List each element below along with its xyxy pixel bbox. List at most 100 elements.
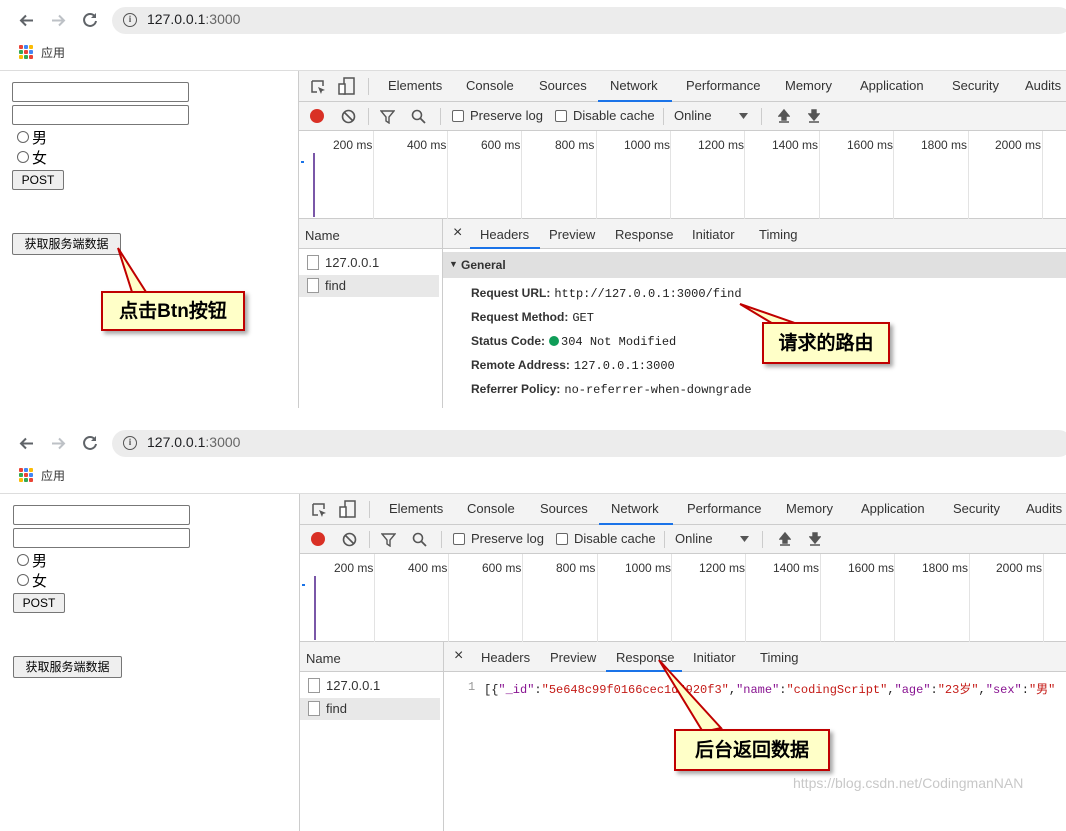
timeline-overview[interactable]: 200 ms 400 ms 600 ms 800 ms 1000 ms 1200…	[299, 131, 1066, 219]
import-har-icon[interactable]	[779, 531, 791, 547]
address-bar[interactable]: i 127.0.0.1:3000	[112, 430, 1066, 457]
text-input-1[interactable]	[12, 82, 189, 102]
chevron-down-icon[interactable]	[739, 113, 748, 119]
response-json: [{"_id":"5e648c99f0166cec1d4920f3","name…	[484, 683, 1056, 697]
tab-sources[interactable]: Sources	[540, 501, 588, 516]
tab-console[interactable]: Console	[467, 501, 515, 516]
radio-female[interactable]	[17, 151, 29, 163]
request-row-find[interactable]: find	[300, 698, 440, 720]
text-input-2[interactable]	[12, 105, 189, 125]
filter-icon[interactable]	[380, 110, 395, 124]
apps-grid-icon[interactable]	[19, 45, 33, 59]
tab-network[interactable]: Network	[610, 78, 658, 93]
radio-male[interactable]	[17, 554, 29, 566]
post-button[interactable]: POST	[13, 593, 65, 613]
grid-line	[1043, 554, 1044, 642]
disable-cache-checkbox[interactable]	[555, 110, 567, 122]
throttle-select[interactable]: Online	[675, 531, 713, 546]
text-input-1[interactable]	[13, 505, 190, 525]
timeline-tick: 1400 ms	[773, 561, 820, 575]
status-ok-icon	[549, 336, 560, 346]
grid-line	[1042, 131, 1043, 219]
general-section-header[interactable]: ▼ General	[443, 252, 1066, 278]
preserve-log-checkbox[interactable]	[453, 533, 465, 545]
filter-icon[interactable]	[381, 533, 396, 547]
callout-request-route: 请求的路由	[762, 322, 890, 364]
info-icon[interactable]: i	[123, 436, 137, 450]
detail-tab-timing[interactable]: Timing	[760, 650, 799, 665]
export-har-icon[interactable]	[808, 108, 820, 124]
tab-audits[interactable]: Audits	[1026, 501, 1062, 516]
tab-elements[interactable]: Elements	[388, 78, 442, 93]
timeline-overview[interactable]: 200 ms 400 ms 600 ms 800 ms 1000 ms 1200…	[300, 554, 1066, 642]
name-column-header[interactable]: Name	[300, 642, 443, 672]
disable-cache-checkbox[interactable]	[556, 533, 568, 545]
clear-icon[interactable]	[341, 109, 356, 124]
callout-response-data: 后台返回数据	[674, 729, 830, 771]
export-har-icon[interactable]	[809, 531, 821, 547]
text-input-2[interactable]	[13, 528, 190, 548]
radio-female[interactable]	[17, 574, 29, 586]
forward-arrow-icon[interactable]	[50, 435, 67, 452]
detail-tab-preview[interactable]: Preview	[550, 650, 596, 665]
back-arrow-icon[interactable]	[18, 435, 35, 452]
post-button[interactable]: POST	[12, 170, 64, 190]
close-icon[interactable]: ×	[454, 647, 463, 665]
device-toolbar-icon[interactable]	[339, 500, 356, 519]
apps-label[interactable]: 应用	[41, 467, 65, 484]
tab-performance[interactable]: Performance	[687, 501, 761, 516]
tab-application[interactable]: Application	[860, 78, 924, 93]
tab-performance[interactable]: Performance	[686, 78, 760, 93]
fetch-server-data-button[interactable]: 获取服务端数据	[12, 233, 121, 255]
divider	[368, 78, 369, 95]
record-icon[interactable]	[310, 109, 324, 123]
address-bar[interactable]: i 127.0.0.1:3000	[112, 7, 1066, 34]
throttle-select[interactable]: Online	[674, 108, 712, 123]
detail-tab-initiator[interactable]: Initiator	[692, 227, 735, 242]
tab-memory[interactable]: Memory	[786, 501, 833, 516]
detail-tab-headers[interactable]: Headers	[481, 650, 530, 665]
request-row-document[interactable]: 127.0.0.1	[300, 675, 440, 697]
chevron-down-icon[interactable]	[740, 536, 749, 542]
preserve-log-checkbox[interactable]	[452, 110, 464, 122]
response-body[interactable]: 1 [{"_id":"5e648c99f0166cec1d4920f3","na…	[444, 674, 1066, 698]
close-icon[interactable]: ×	[453, 224, 462, 242]
device-toolbar-icon[interactable]	[338, 77, 355, 96]
tab-network[interactable]: Network	[611, 501, 659, 516]
tab-sources[interactable]: Sources	[539, 78, 587, 93]
import-har-icon[interactable]	[778, 108, 790, 124]
detail-tab-response[interactable]: Response	[615, 227, 674, 242]
triangle-down-icon: ▼	[449, 259, 458, 269]
apps-grid-icon[interactable]	[19, 468, 33, 482]
fetch-server-data-button[interactable]: 获取服务端数据	[13, 656, 122, 678]
apps-label[interactable]: 应用	[41, 44, 65, 61]
tab-memory[interactable]: Memory	[785, 78, 832, 93]
request-row-document[interactable]: 127.0.0.1	[299, 252, 439, 274]
inspect-element-icon[interactable]	[311, 502, 327, 518]
tab-audits[interactable]: Audits	[1025, 78, 1061, 93]
clear-icon[interactable]	[342, 532, 357, 547]
radio-male-label: 男	[32, 129, 48, 147]
name-column-header[interactable]: Name	[299, 219, 442, 249]
info-icon[interactable]: i	[123, 13, 137, 27]
tab-console[interactable]: Console	[466, 78, 514, 93]
reload-icon[interactable]	[81, 11, 99, 29]
tab-security[interactable]: Security	[953, 501, 1000, 516]
search-icon[interactable]	[412, 532, 427, 547]
tab-application[interactable]: Application	[861, 501, 925, 516]
detail-tab-headers[interactable]: Headers	[480, 227, 529, 242]
record-icon[interactable]	[311, 532, 325, 546]
detail-tab-timing[interactable]: Timing	[759, 227, 798, 242]
forward-arrow-icon[interactable]	[50, 12, 67, 29]
tab-elements[interactable]: Elements	[389, 501, 443, 516]
detail-tab-preview[interactable]: Preview	[549, 227, 595, 242]
back-arrow-icon[interactable]	[18, 12, 35, 29]
inspect-element-icon[interactable]	[310, 79, 326, 95]
status-code-row: Status Code: 304 Not Modified	[471, 334, 677, 349]
reload-icon[interactable]	[81, 434, 99, 452]
request-row-find[interactable]: find	[299, 275, 439, 297]
tab-security[interactable]: Security	[952, 78, 999, 93]
divider	[369, 501, 370, 518]
search-icon[interactable]	[411, 109, 426, 124]
radio-male[interactable]	[17, 131, 29, 143]
